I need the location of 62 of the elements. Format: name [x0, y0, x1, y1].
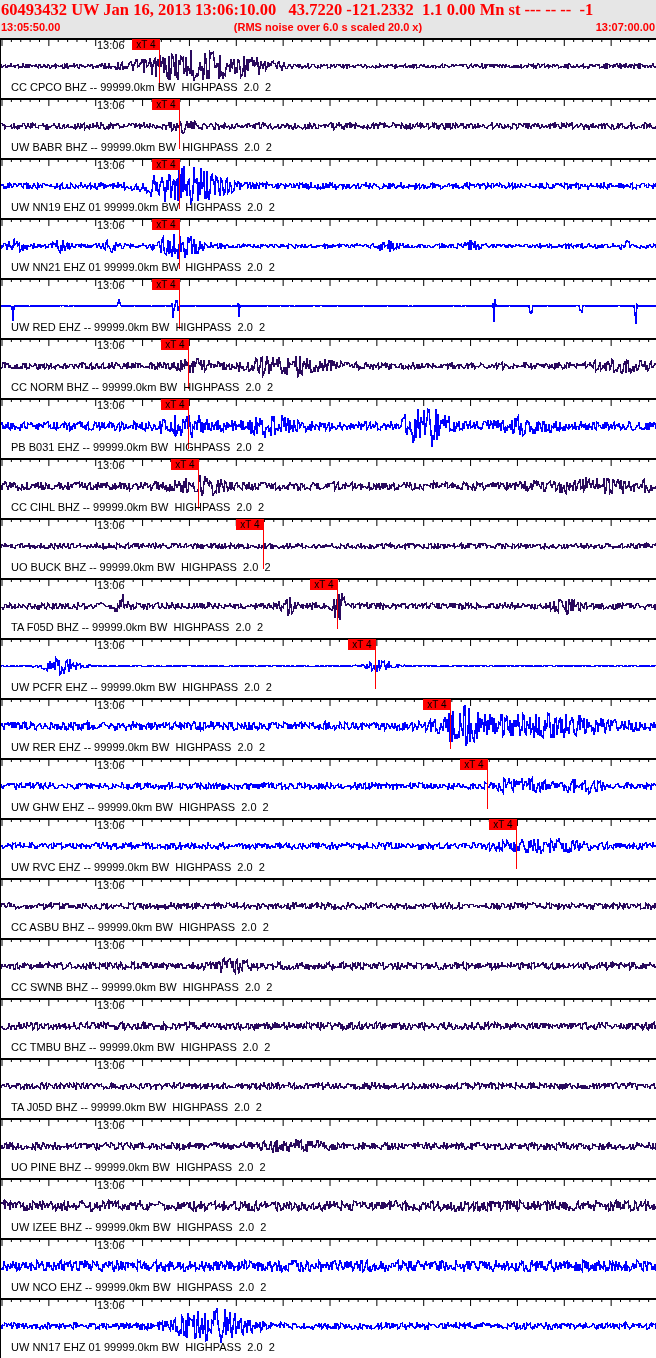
station-label: CC SWNB BHZ -- 99999.0km BW HIGHPASS 2.0 2 — [11, 982, 273, 993]
time-label: 13:06 — [97, 280, 125, 291]
time-label: 13:06 — [97, 1120, 125, 1131]
time-label: 13:06 — [97, 820, 125, 831]
scale-note: (RMS noise over 6.0 s scaled 20.0 x) — [233, 20, 423, 34]
pick-marker: xT 4 — [348, 639, 376, 650]
event-title: 60493432 UW Jan 16, 2013 13:06:10.00 43.7220 -121.2332 1.1 0.00 Mn st --- -- -- -1 — [1, 0, 595, 20]
station-label: UW NN17 EHZ 01 99999.0km BW HIGHPASS 2.0 2 — [11, 1342, 275, 1353]
station-label: UW PCFR EHZ -- 99999.0km BW HIGHPASS 2.0 2 — [11, 682, 272, 693]
pick-marker: xT 4 — [171, 459, 199, 470]
pick-marker: xT 4 — [423, 699, 451, 710]
pick-marker: xT 4 — [161, 339, 189, 350]
station-label: UO PINE BHZ -- 99999.0km BW HIGHPASS 2.0 2 — [11, 1162, 266, 1173]
start-time: 13:05:50.00 — [1, 20, 61, 34]
time-label: 13:06 — [97, 1000, 125, 1011]
time-label: 13:06 — [97, 640, 125, 651]
pick-marker: xT 4 — [152, 159, 180, 170]
station-label: UW RED EHZ -- 99999.0km BW HIGHPASS 2.0 2 — [11, 322, 266, 333]
pick-marker: xT 4 — [161, 399, 189, 410]
station-label: UW NN19 EHZ 01 99999.0km BW HIGHPASS 2.0 2 — [11, 202, 275, 213]
time-label: 13:06 — [97, 940, 125, 951]
pick-marker: xT 4 — [152, 99, 180, 110]
station-label: UW NN21 EHZ 01 99999.0km BW HIGHPASS 2.0 2 — [11, 262, 275, 273]
pick-marker: xT 4 — [310, 579, 338, 590]
station-label: CC NORM BHZ -- 99999.0km BW HIGHPASS 2.0 2 — [11, 382, 274, 393]
station-label: CC ASBU BHZ -- 99999.0km BW HIGHPASS 2.0 2 — [11, 922, 269, 933]
end-time: 13:07:00.00 — [595, 20, 655, 34]
station-label: UW GHW EHZ -- 99999.0km BW HIGHPASS 2.0 2 — [11, 802, 269, 813]
station-label: CC CIHL BHZ -- 99999.0km BW HIGHPASS 2.0 2 — [11, 502, 265, 513]
time-label: 13:06 — [97, 760, 125, 771]
time-label: 13:06 — [97, 1300, 125, 1311]
pick-marker: xT 4 — [460, 759, 488, 770]
station-label: TA J05D BHZ -- 99999.0km BW HIGHPASS 2.0 2 — [11, 1102, 262, 1113]
time-label: 13:06 — [97, 580, 125, 591]
time-label: 13:06 — [97, 1180, 125, 1191]
time-label: 13:06 — [97, 1060, 125, 1071]
pick-marker: xT 4 — [152, 219, 180, 230]
station-label: TA F05D BHZ -- 99999.0km BW HIGHPASS 2.0 2 — [11, 622, 264, 633]
pick-marker: xT 4 — [236, 519, 264, 530]
time-label: 13:06 — [97, 700, 125, 711]
time-label: 13:06 — [97, 160, 125, 171]
station-label: PB B031 EHZ -- 99999.0km BW HIGHPASS 2.0 2 — [11, 442, 264, 453]
station-label: UO BUCK BHZ -- 99999.0km BW HIGHPASS 2.0 2 — [11, 562, 271, 573]
time-label: 13:06 — [97, 520, 125, 531]
pick-marker: xT 4 — [132, 39, 160, 50]
time-label: 13:06 — [97, 1240, 125, 1251]
pick-marker: xT 4 — [489, 819, 517, 830]
time-label: 13:06 — [97, 340, 125, 351]
station-label: UW RVC EHZ -- 99999.0km BW HIGHPASS 2.0 2 — [11, 862, 265, 873]
time-label: 13:06 — [97, 100, 125, 111]
station-label: UW NCO EHZ -- 99999.0km BW HIGHPASS 2.0 2 — [11, 1282, 267, 1293]
pick-marker: xT 4 — [152, 279, 180, 290]
station-label: UW RER EHZ -- 99999.0km BW HIGHPASS 2.0 2 — [11, 742, 266, 753]
time-label: 13:06 — [97, 880, 125, 891]
time-label: 13:06 — [97, 40, 125, 51]
station-label: UW BABR BHZ -- 99999.0km BW HIGHPASS 2.0 2 — [11, 142, 272, 153]
time-label: 13:06 — [97, 460, 125, 471]
time-label: 13:06 — [97, 220, 125, 231]
station-label: CC TMBU BHZ -- 99999.0km BW HIGHPASS 2.0 2 — [11, 1042, 271, 1053]
station-label: CC CPCO BHZ -- 99999.0km BW HIGHPASS 2.0 2 — [11, 82, 272, 93]
station-label: UW IZEE BHZ -- 99999.0km BW HIGHPASS 2.0 2 — [11, 1222, 267, 1233]
time-label: 13:06 — [97, 400, 125, 411]
